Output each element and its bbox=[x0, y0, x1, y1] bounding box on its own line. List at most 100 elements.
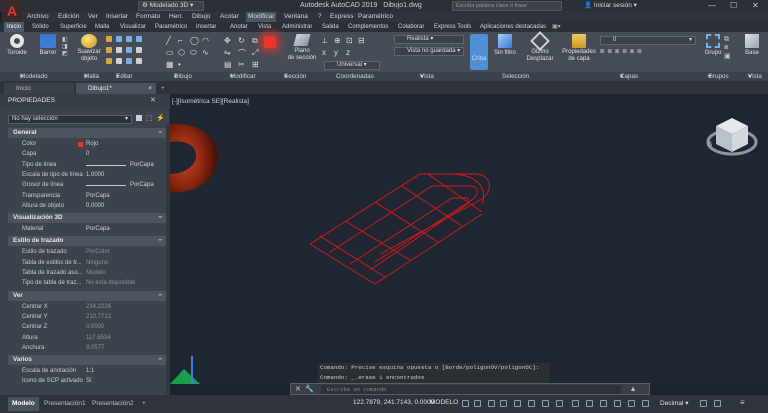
selection-dropdown[interactable]: No hay selección ▾ bbox=[8, 115, 132, 124]
isolate-icon[interactable] bbox=[628, 400, 635, 407]
rotate-icon[interactable]: ↻ bbox=[238, 36, 245, 45]
command-settings-icon[interactable]: 🔧 bbox=[305, 385, 314, 393]
model-space-button[interactable]: MODELO bbox=[430, 399, 458, 406]
collapse-icon[interactable]: − bbox=[158, 128, 162, 138]
menu-express[interactable]: Express bbox=[330, 12, 353, 22]
menu-ver[interactable]: Ver bbox=[88, 12, 98, 22]
property-row[interactable]: Anchura 8.0577 bbox=[8, 343, 166, 353]
tab-malla[interactable]: Malla bbox=[95, 22, 109, 32]
tab-complementos[interactable]: Complementos bbox=[348, 22, 388, 32]
panel-modificar[interactable]: Modificar ▾ bbox=[230, 72, 256, 81]
transparency-icon[interactable] bbox=[556, 400, 563, 407]
cursor-coordinates[interactable]: 122.7879, 241.7143, 0.0000 bbox=[353, 399, 434, 406]
gizmo-button[interactable]: Gizmo Desplazar bbox=[522, 31, 558, 63]
doc-tab-dibujo1[interactable]: Dibujo1* × bbox=[76, 83, 156, 94]
hatch-icon[interactable]: ▦ bbox=[166, 60, 174, 69]
menu-dibujo[interactable]: Dibujo bbox=[192, 12, 210, 22]
ucs-icon[interactable]: ⟂ bbox=[322, 36, 327, 46]
hardware-accel-icon[interactable] bbox=[642, 400, 649, 407]
refine-icon[interactable] bbox=[106, 47, 112, 53]
autocad-logo-icon[interactable]: A bbox=[2, 0, 22, 22]
layer-dropdown[interactable]: 0 ▾ bbox=[600, 36, 696, 45]
copy-icon[interactable]: ⧉ bbox=[252, 36, 258, 46]
named-view-dropdown[interactable]: Vista no guardada ▾ bbox=[394, 47, 464, 56]
line-icon[interactable]: ╱ bbox=[166, 36, 171, 45]
grupo-button[interactable]: Grupo bbox=[702, 34, 724, 57]
property-row[interactable]: Estilo de trazado PorColor bbox=[8, 247, 166, 257]
polyline-icon[interactable]: ⌐ bbox=[178, 36, 183, 45]
polygon-icon[interactable]: ⬡ bbox=[178, 48, 185, 57]
move-icon[interactable]: ✥ bbox=[224, 36, 231, 45]
tab-visualizar[interactable]: Visualizar bbox=[120, 22, 146, 32]
ucs-dropdown[interactable]: Universal ▾ bbox=[324, 61, 380, 70]
barrer-button[interactable]: Barrer bbox=[34, 34, 62, 57]
menu-herr[interactable]: Herr. bbox=[169, 12, 183, 22]
property-row[interactable]: Icono de SCP activado Sí bbox=[8, 376, 166, 386]
collapse-icon[interactable]: − bbox=[158, 355, 162, 365]
collapse-icon[interactable]: − bbox=[158, 213, 162, 223]
property-row[interactable]: Tipo de tabla de traz... No está disponib… bbox=[8, 278, 166, 288]
union-icon[interactable] bbox=[116, 36, 122, 42]
ucs-world-icon[interactable]: ⊕ bbox=[334, 36, 341, 45]
property-row[interactable]: Centrar X 234.2226 bbox=[8, 302, 166, 312]
array-icon[interactable]: ▤ bbox=[224, 60, 232, 69]
circle-icon[interactable]: ◯ bbox=[190, 36, 199, 45]
layout-tab-presentacion1[interactable]: Presentación1 bbox=[40, 397, 90, 411]
grid-icon[interactable] bbox=[462, 400, 469, 407]
customization-menu-icon[interactable]: ≡ bbox=[740, 398, 745, 407]
ellipse-icon[interactable]: ⬭ bbox=[190, 48, 197, 58]
intersect-icon[interactable] bbox=[136, 36, 142, 42]
sin-filtro-button[interactable]: Sin filtro bbox=[490, 34, 520, 57]
erase-icon[interactable] bbox=[264, 36, 276, 48]
tab-parametrico[interactable]: Paramétrico bbox=[155, 22, 187, 32]
panel-vista-2[interactable]: Vista ▾ bbox=[748, 72, 762, 81]
tab-aplicaciones[interactable]: Aplicaciones destacadas bbox=[480, 22, 546, 32]
base-button[interactable]: Base bbox=[740, 34, 764, 57]
arc-icon[interactable]: ◠ bbox=[202, 36, 209, 45]
menu-modificar[interactable]: Modificar bbox=[246, 12, 277, 22]
lineweight-icon[interactable] bbox=[542, 400, 549, 407]
shell-icon[interactable] bbox=[136, 47, 142, 53]
search-input[interactable]: Escriba palabra clave o frase bbox=[452, 1, 562, 11]
osnap-icon[interactable] bbox=[514, 400, 521, 407]
property-row[interactable]: Color Rojo bbox=[8, 139, 166, 149]
otrack-icon[interactable] bbox=[528, 400, 535, 407]
add-layout-icon[interactable]: + bbox=[138, 397, 150, 411]
toggle-pickadd-icon[interactable] bbox=[136, 115, 142, 121]
panel-editar-solidos[interactable]: Editar sólidos ▾ bbox=[116, 72, 136, 89]
property-row[interactable]: Tipo de línea PorCapa bbox=[8, 160, 166, 170]
visual-style-dropdown[interactable]: Realista ▾ bbox=[394, 35, 464, 44]
panel-capas[interactable]: Capas ▾ bbox=[620, 72, 638, 81]
tab-vista[interactable]: Vista bbox=[258, 22, 271, 32]
panel-modelado[interactable]: Modelado ▾ bbox=[20, 72, 48, 81]
propiedades-capa-button[interactable]: Propiedades de capa bbox=[562, 34, 596, 63]
close-icon[interactable]: ✕ bbox=[752, 0, 759, 12]
property-row[interactable]: Altura de objeto 0.0000 bbox=[8, 201, 166, 211]
polar-icon[interactable] bbox=[500, 400, 507, 407]
menu-ventana[interactable]: Ventana bbox=[284, 12, 308, 22]
property-row[interactable]: Centrar Z 0.0000 bbox=[8, 322, 166, 332]
viewcube[interactable]: S bbox=[706, 110, 758, 162]
ucs-origin-icon[interactable]: ⊡ bbox=[346, 36, 353, 45]
property-row[interactable]: Centrar Y 210.7713 bbox=[8, 312, 166, 322]
command-close-icon[interactable]: ✕ bbox=[295, 385, 301, 393]
viewport-controls-label[interactable]: [-][Isométrica SE][Realista] bbox=[172, 98, 249, 105]
extrude-face-icon[interactable] bbox=[116, 47, 122, 53]
tab-colaborar[interactable]: Colaborar bbox=[398, 22, 424, 32]
property-row[interactable]: Altura 117.6534 bbox=[8, 333, 166, 343]
selection-cycling-icon[interactable] bbox=[572, 400, 579, 407]
red-wireframe-geometry[interactable] bbox=[309, 173, 490, 285]
trim-icon[interactable]: ✂ bbox=[238, 60, 245, 69]
align-icon[interactable]: ⊞ bbox=[252, 60, 259, 69]
property-row[interactable]: Capa 0 bbox=[8, 149, 166, 159]
properties-section-header[interactable]: Ver − bbox=[8, 290, 166, 301]
signin-button[interactable]: 👤 Iniciar sesión ▾ bbox=[584, 0, 637, 12]
property-row[interactable]: Escala de tipo de línea 1.0000 bbox=[8, 170, 166, 180]
point-icon[interactable]: • bbox=[178, 60, 181, 69]
panel-dibujo[interactable]: Dibujo ▾ bbox=[174, 72, 192, 81]
torus-object[interactable] bbox=[170, 123, 218, 193]
properties-section-header[interactable]: Varios − bbox=[8, 355, 166, 366]
menu-archivo[interactable]: Archivo bbox=[27, 12, 49, 22]
menu-edicion[interactable]: Edición bbox=[58, 12, 79, 22]
select-objects-icon[interactable]: ⬚ bbox=[146, 114, 153, 122]
